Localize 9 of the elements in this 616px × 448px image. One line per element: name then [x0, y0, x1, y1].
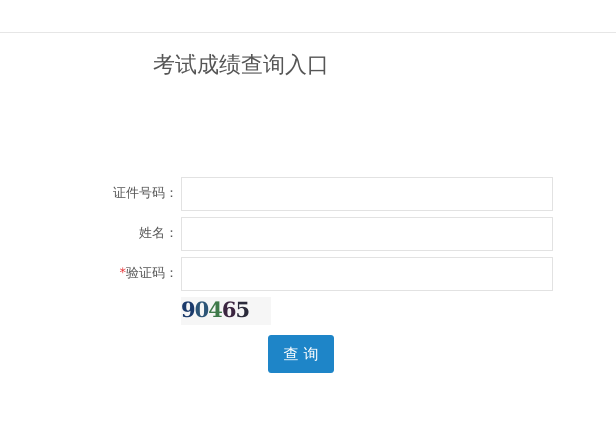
- page-title: 考试成绩查询入口: [153, 52, 329, 80]
- input-field[interactable]: [181, 257, 553, 291]
- input-field[interactable]: [181, 177, 553, 211]
- field-label: 姓名：: [138, 225, 179, 244]
- field-label: 证件号码：: [112, 185, 179, 204]
- query-button[interactable]: 查 询: [268, 335, 334, 373]
- input-field[interactable]: [181, 217, 553, 251]
- field-label: *验证码：: [118, 265, 179, 284]
- captcha-image[interactable]: 90465: [181, 297, 271, 325]
